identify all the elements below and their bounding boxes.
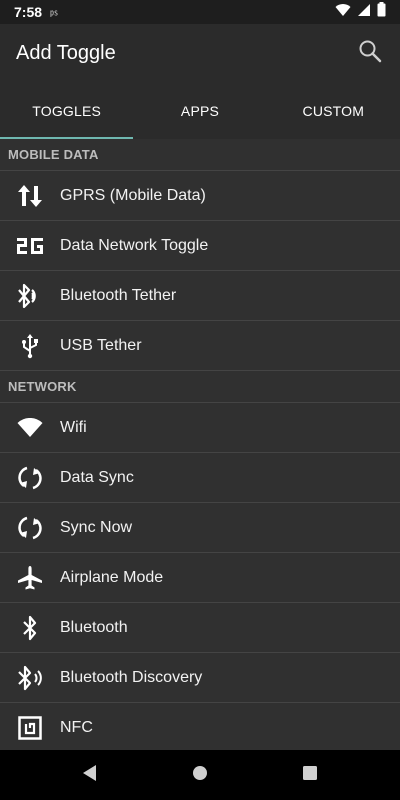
airplane-icon bbox=[0, 565, 60, 591]
list-item-airplane-mode[interactable]: Airplane Mode bbox=[0, 553, 400, 603]
list-item-label: Bluetooth Discovery bbox=[60, 668, 203, 686]
nav-back-button[interactable] bbox=[76, 761, 104, 789]
section-header-network: NETWORK bbox=[0, 371, 400, 403]
bluetooth-tether-icon bbox=[0, 283, 60, 309]
home-circle-icon bbox=[192, 765, 208, 786]
section-header-mobile-data: MOBILE DATA bbox=[0, 139, 400, 171]
sync-icon bbox=[0, 515, 60, 541]
tab-custom[interactable]: CUSTOM bbox=[267, 82, 400, 139]
list-item-bluetooth-tether[interactable]: Bluetooth Tether bbox=[0, 271, 400, 321]
tab-apps[interactable]: APPS bbox=[133, 82, 266, 139]
list-item-label: USB Tether bbox=[60, 336, 142, 354]
nfc-icon bbox=[0, 715, 60, 740]
list-item-label: Bluetooth Tether bbox=[60, 286, 177, 304]
system-nav-bar bbox=[0, 750, 400, 800]
search-icon bbox=[358, 39, 382, 68]
list-item-label: Data Sync bbox=[60, 468, 134, 486]
list-item-label: Bluetooth bbox=[60, 618, 128, 636]
wifi-icon bbox=[0, 417, 60, 438]
list-item-label: Wifi bbox=[60, 418, 87, 436]
tab-label: TOGGLES bbox=[32, 102, 102, 119]
back-triangle-icon bbox=[82, 764, 98, 787]
bluetooth-icon bbox=[0, 615, 60, 641]
tab-toggles[interactable]: TOGGLES bbox=[0, 82, 133, 139]
list-item-data-sync[interactable]: Data Sync bbox=[0, 453, 400, 503]
list-item-bluetooth[interactable]: Bluetooth bbox=[0, 603, 400, 653]
list-item-wifi[interactable]: Wifi bbox=[0, 403, 400, 453]
sync-icon bbox=[0, 465, 60, 491]
wifi-signal-icon bbox=[335, 3, 351, 22]
list-item-label: NFC bbox=[60, 718, 93, 736]
bluetooth-discovery-icon bbox=[0, 665, 60, 691]
nav-home-button[interactable] bbox=[186, 761, 214, 789]
status-icons bbox=[335, 2, 386, 22]
usb-icon bbox=[0, 333, 60, 359]
list-item-label: Sync Now bbox=[60, 518, 133, 536]
list-item-label: GPRS (Mobile Data) bbox=[60, 186, 206, 204]
2g-icon bbox=[0, 235, 60, 257]
nav-recents-button[interactable] bbox=[296, 761, 324, 789]
tab-label: CUSTOM bbox=[302, 102, 365, 119]
tab-label: APPS bbox=[180, 102, 220, 119]
list-item-nfc[interactable]: NFC bbox=[0, 703, 400, 750]
search-button[interactable] bbox=[356, 39, 384, 67]
data-arrows-icon bbox=[0, 184, 60, 208]
status-notification-icon: ㎰ bbox=[50, 7, 59, 17]
recents-square-icon bbox=[302, 765, 318, 786]
list-item-label: Data Network Toggle bbox=[60, 236, 209, 254]
list-item-usb-tether[interactable]: USB Tether bbox=[0, 321, 400, 371]
cell-signal-icon bbox=[357, 3, 371, 22]
list-item-sync-now[interactable]: Sync Now bbox=[0, 503, 400, 553]
page-title: Add Toggle bbox=[16, 41, 116, 64]
app-bar: Add Toggle bbox=[0, 24, 400, 82]
list-item-data-network-toggle[interactable]: Data Network Toggle bbox=[0, 221, 400, 271]
status-bar: 7:58 ㎰ bbox=[0, 0, 400, 24]
tab-bar: TOGGLES APPS CUSTOM bbox=[0, 82, 400, 139]
toggle-list[interactable]: MOBILE DATA GPRS (Mobile Data) Data Netw… bbox=[0, 139, 400, 750]
battery-icon bbox=[377, 2, 386, 22]
list-item-bluetooth-discovery[interactable]: Bluetooth Discovery bbox=[0, 653, 400, 703]
list-item-gprs[interactable]: GPRS (Mobile Data) bbox=[0, 171, 400, 221]
list-item-label: Airplane Mode bbox=[60, 568, 164, 586]
status-time: 7:58 bbox=[14, 4, 43, 20]
